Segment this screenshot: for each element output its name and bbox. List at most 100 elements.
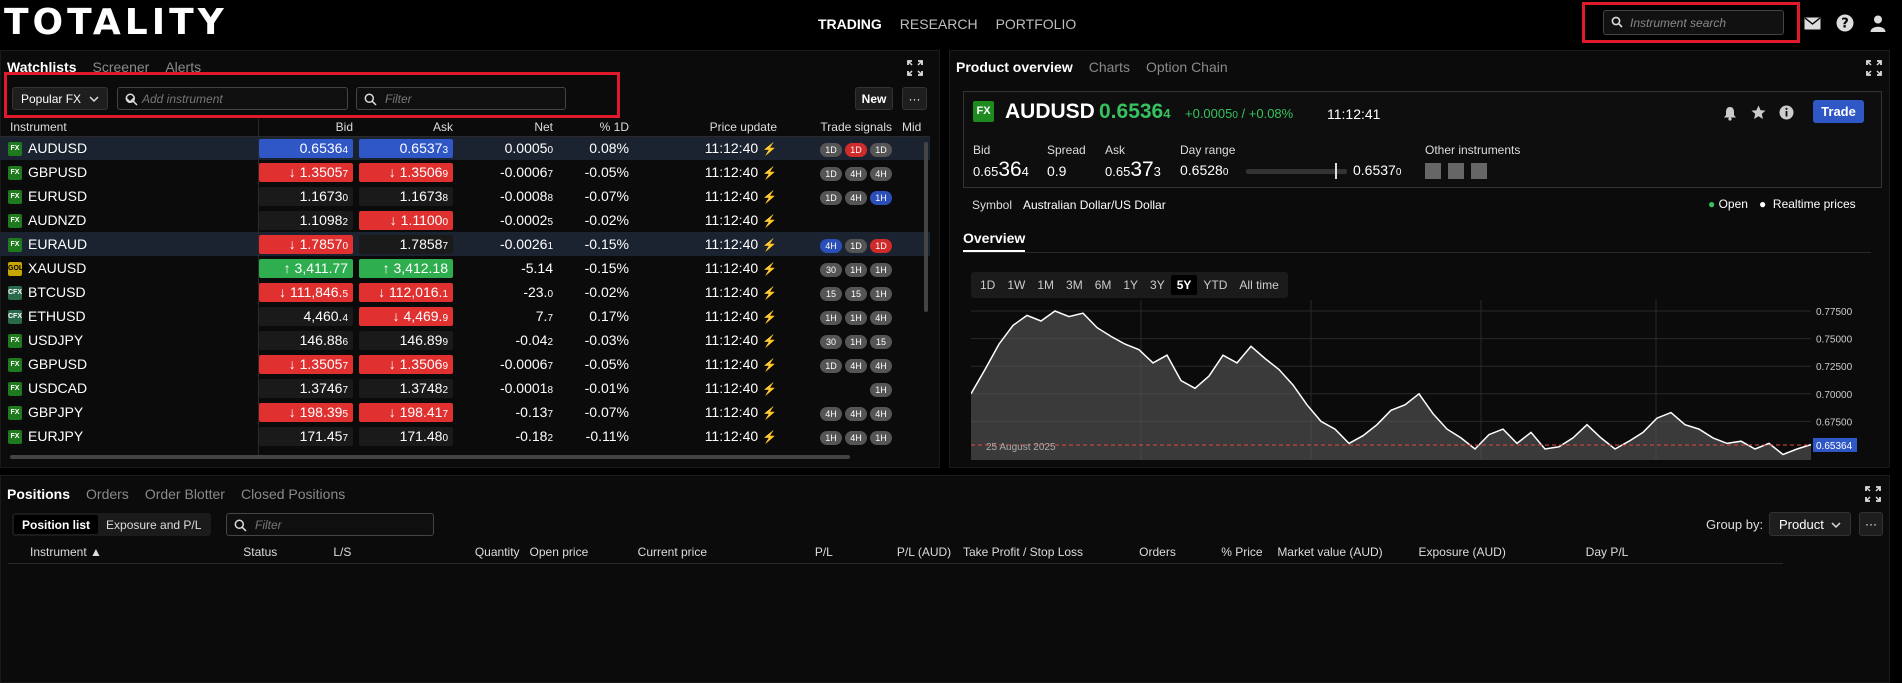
range-1y[interactable]: 1Y: [1117, 275, 1144, 295]
pcol-market-value[interactable]: Market value (AUD): [1277, 541, 1419, 564]
range-ytd[interactable]: YTD: [1197, 275, 1233, 295]
trade-signal-badge[interactable]: 1H: [845, 262, 867, 277]
trade-signal-badge[interactable]: 30: [820, 262, 842, 277]
bid-cell[interactable]: ↓ 1.35057: [259, 352, 359, 376]
instrument-search-input[interactable]: Instrument search: [1603, 10, 1784, 35]
pcol-day-pl[interactable]: Day P/L: [1585, 541, 1783, 564]
trade-button[interactable]: Trade: [1813, 100, 1864, 123]
ask-cell[interactable]: ↓ 1.35069: [359, 352, 459, 376]
table-row[interactable]: FX USDCAD 1.37467 1.37482 -0.00018 -0.01% 11:1…: [0, 376, 930, 400]
bid-cell[interactable]: ↑ 3,411.77: [259, 256, 359, 280]
nav-trading[interactable]: TRADING: [818, 16, 882, 32]
bid-price[interactable]: 171.457: [259, 426, 353, 446]
trade-signal-badge[interactable]: 4H: [845, 190, 867, 205]
subtab-position-list[interactable]: Position list: [14, 515, 99, 534]
ask-cell[interactable]: ↓ 1.11000: [359, 208, 459, 232]
col-mid[interactable]: Mid: [898, 119, 930, 137]
new-watchlist-button[interactable]: New: [855, 87, 893, 110]
ask-price[interactable]: 171.480: [359, 426, 453, 446]
table-row[interactable]: FX GBPUSD ↓ 1.35057 ↓ 1.35069 -0.00067 -0.05%…: [0, 160, 930, 184]
range-3y[interactable]: 3Y: [1144, 275, 1171, 295]
trade-signal-badge[interactable]: 4H: [845, 430, 867, 445]
trade-signal-badge[interactable]: 4H: [820, 238, 842, 253]
col-pct-1d[interactable]: % 1D: [559, 119, 635, 137]
trade-signal-badge[interactable]: 1H: [870, 430, 892, 445]
ask-cell[interactable]: 146.899: [359, 328, 459, 352]
ask-price[interactable]: 1.16738: [359, 186, 453, 206]
ask-cell[interactable]: 1.78587: [359, 232, 459, 256]
add-instrument-input[interactable]: Add instrument: [117, 87, 348, 110]
trade-signal-badge[interactable]: 15: [870, 334, 892, 349]
instrument-name[interactable]: AUDNZD: [28, 212, 86, 228]
bid-price[interactable]: 4,460.4: [259, 306, 353, 326]
totality-logo[interactable]: TOTALITY: [4, 2, 228, 43]
ask-price[interactable]: ↓ 1.11000: [359, 210, 453, 230]
trade-signal-badge[interactable]: 4H: [845, 166, 867, 181]
tab-option-chain[interactable]: Option Chain: [1146, 59, 1228, 75]
trade-signal-badge[interactable]: 1H: [870, 286, 892, 301]
bid-cell[interactable]: 0.65364: [259, 136, 359, 160]
subtab-exposure-pl[interactable]: Exposure and P/L: [98, 515, 209, 534]
trade-signal-badge[interactable]: 1D: [845, 142, 867, 157]
overview-heading[interactable]: Overview: [963, 230, 1025, 246]
bid-price[interactable]: 1.16730: [259, 186, 353, 206]
pcol-exposure[interactable]: Exposure (AUD): [1418, 541, 1586, 564]
trade-signal-badge[interactable]: 4H: [870, 358, 892, 373]
trade-signal-badge[interactable]: 1D: [820, 166, 842, 181]
trade-signal-badge[interactable]: 15: [820, 286, 842, 301]
bid-cell[interactable]: 1.16730: [259, 184, 359, 208]
ask-cell[interactable]: 1.37482: [359, 376, 459, 400]
bid-price[interactable]: 146.886: [259, 330, 353, 350]
trade-signal-badge[interactable]: 1H: [820, 310, 842, 325]
col-instrument[interactable]: Instrument: [0, 119, 259, 137]
watchlist-select[interactable]: Popular FX: [12, 87, 108, 110]
bid-cell[interactable]: 1.37467: [259, 376, 359, 400]
pcol-pl[interactable]: P/L: [814, 541, 897, 564]
trade-signal-badge[interactable]: 4H: [845, 358, 867, 373]
range-3m[interactable]: 3M: [1060, 275, 1089, 295]
trade-signal-badge[interactable]: 15: [845, 286, 867, 301]
table-row[interactable]: FX EURUSD 1.16730 1.16738 -0.00088 -0.07% 11:1…: [0, 184, 930, 208]
instrument-name[interactable]: XAUUSD: [28, 260, 86, 276]
ask-price[interactable]: ↑ 3,412.18: [359, 258, 453, 278]
instrument-name[interactable]: USDCAD: [28, 380, 87, 396]
ask-cell[interactable]: 1.16738: [359, 184, 459, 208]
table-row[interactable]: CFX BTCUSD ↓ 111,846.5 ↓ 112,016.1 -23.0 -0.0…: [0, 280, 930, 304]
expand-icon[interactable]: [1865, 486, 1881, 502]
pcol-instrument[interactable]: Instrument ▲: [8, 541, 244, 564]
bid-price[interactable]: ↓ 1.78570: [259, 234, 353, 254]
table-row[interactable]: FX GBPUSD ↓ 1.35057 ↓ 1.35069 -0.00067 -0.05%…: [0, 352, 930, 376]
pcol-open-price[interactable]: Open price: [529, 541, 638, 564]
trade-signal-badge[interactable]: 1D: [870, 142, 892, 157]
bid-cell[interactable]: ↓ 111,846.5: [259, 280, 359, 304]
bid-price[interactable]: ↓ 1.35057: [259, 354, 353, 374]
pcol-pl-aud[interactable]: P/L (AUD): [896, 541, 963, 564]
trade-signal-badge[interactable]: 1D: [845, 238, 867, 253]
bid-cell[interactable]: ↓ 1.35057: [259, 160, 359, 184]
ask-cell[interactable]: ↓ 198.417: [359, 400, 459, 424]
info-icon[interactable]: [1779, 105, 1794, 120]
ask-price[interactable]: ↓ 1.35069: [359, 162, 453, 182]
range-1w[interactable]: 1W: [1001, 275, 1031, 295]
bid-cell[interactable]: 146.886: [259, 328, 359, 352]
tab-orders[interactable]: Orders: [86, 486, 129, 502]
trade-signal-badge[interactable]: 1D: [820, 358, 842, 373]
bid-price[interactable]: 1.10982: [259, 210, 353, 230]
range-5y[interactable]: 5Y: [1170, 275, 1198, 295]
trade-signal-badge[interactable]: 1H: [870, 382, 892, 397]
pcol-tp-sl[interactable]: Take Profit / Stop Loss: [962, 541, 1140, 564]
table-row[interactable]: FX GBPJPY ↓ 198.395 ↓ 198.417 -0.137 -0.07% 11…: [0, 400, 930, 424]
range-6m[interactable]: 6M: [1089, 275, 1118, 295]
ask-price[interactable]: 1.78587: [359, 234, 453, 254]
positions-filter-input[interactable]: Filter: [226, 513, 434, 536]
ask-price[interactable]: ↓ 198.417: [359, 402, 453, 422]
mail-icon[interactable]: [1802, 13, 1822, 33]
table-row[interactable]: FX AUDNZD 1.10982 ↓ 1.11000 -0.00025 -0.02% 11…: [0, 208, 930, 232]
trade-signal-badge[interactable]: 30: [820, 334, 842, 349]
tab-charts[interactable]: Charts: [1089, 59, 1130, 75]
group-by-select[interactable]: Product: [1769, 512, 1851, 536]
pcol-current-price[interactable]: Current price: [637, 541, 815, 564]
trade-signal-badge[interactable]: 4H: [870, 406, 892, 421]
instrument-name[interactable]: GBPUSD: [28, 164, 87, 180]
bid-cell[interactable]: 171.457: [259, 424, 359, 448]
